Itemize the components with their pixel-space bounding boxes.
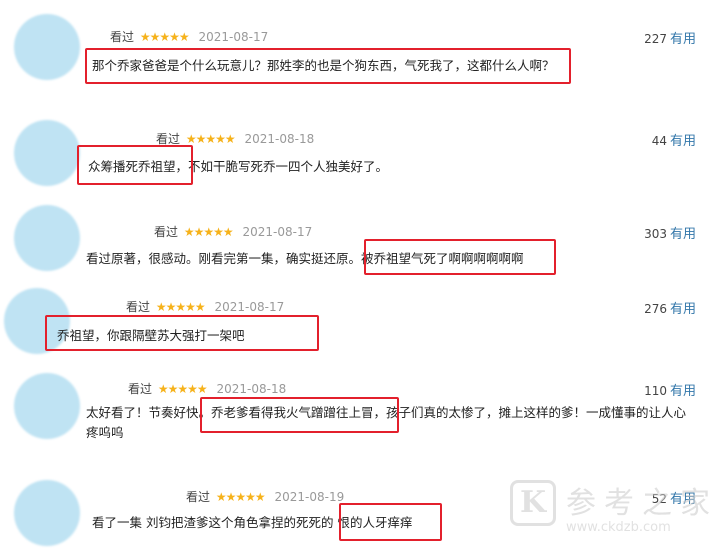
useful-count: 110: [644, 384, 667, 398]
highlight-box: [77, 145, 193, 185]
watch-status: 看过: [128, 382, 153, 396]
watch-status: 看过: [154, 225, 179, 239]
review-meta: 看过 ★★★★★ 2021-08-17: [126, 298, 284, 315]
highlight-box: [85, 48, 571, 84]
review-date: 2021-08-17: [214, 300, 285, 314]
rating-stars: ★★★★★: [183, 225, 234, 239]
useful-label[interactable]: 有用: [670, 302, 696, 317]
useful-label[interactable]: 有用: [670, 227, 696, 242]
review-date: 2021-08-18: [216, 382, 287, 396]
rating-stars: ★★★★★: [185, 132, 236, 146]
useful-vote[interactable]: 44 有用: [652, 130, 696, 149]
watermark: K 参考之家 www.ckdzb.com: [510, 478, 710, 548]
avatar[interactable]: [14, 205, 80, 271]
useful-count: 276: [644, 302, 667, 316]
watch-status: 看过: [110, 30, 135, 44]
rating-stars: ★★★★★: [155, 300, 206, 314]
rating-stars: ★★★★★: [157, 382, 208, 396]
watermark-logo-icon: K: [510, 480, 556, 526]
avatar[interactable]: [14, 14, 80, 80]
rating-stars: ★★★★★: [215, 490, 266, 504]
highlight-box: [339, 503, 442, 541]
highlight-box: [45, 315, 319, 351]
watch-status: 看过: [156, 132, 181, 146]
review-meta: 看过 ★★★★★ 2021-08-18: [128, 380, 286, 397]
review-meta: 看过 ★★★★★ 2021-08-17: [154, 223, 312, 240]
review-meta: 看过 ★★★★★ 2021-08-19: [186, 488, 344, 505]
watch-status: 看过: [186, 490, 211, 504]
useful-label[interactable]: 有用: [670, 32, 696, 47]
review-date: 2021-08-18: [244, 132, 315, 146]
useful-vote[interactable]: 303 有用: [644, 223, 696, 242]
useful-label[interactable]: 有用: [670, 384, 696, 399]
useful-count: 303: [644, 227, 667, 241]
useful-vote[interactable]: 276 有用: [644, 298, 696, 317]
watch-status: 看过: [126, 300, 151, 314]
useful-label[interactable]: 有用: [670, 134, 696, 149]
useful-count: 227: [644, 32, 667, 46]
avatar[interactable]: [14, 480, 80, 546]
review-date: 2021-08-19: [274, 490, 345, 504]
highlight-box: [200, 397, 399, 433]
useful-vote[interactable]: 110 有用: [644, 380, 696, 399]
watermark-url: www.ckdzb.com: [566, 520, 671, 535]
useful-count: 44: [651, 134, 667, 148]
rating-stars: ★★★★★: [139, 30, 190, 44]
avatar[interactable]: [14, 120, 80, 186]
review-date: 2021-08-17: [198, 30, 269, 44]
watermark-brand: 参考之家: [566, 486, 714, 521]
useful-vote[interactable]: 227 有用: [644, 28, 696, 47]
highlight-box: [364, 239, 556, 275]
review-meta: 看过 ★★★★★ 2021-08-17: [110, 28, 268, 45]
avatar[interactable]: [14, 373, 80, 439]
review-date: 2021-08-17: [242, 225, 313, 239]
